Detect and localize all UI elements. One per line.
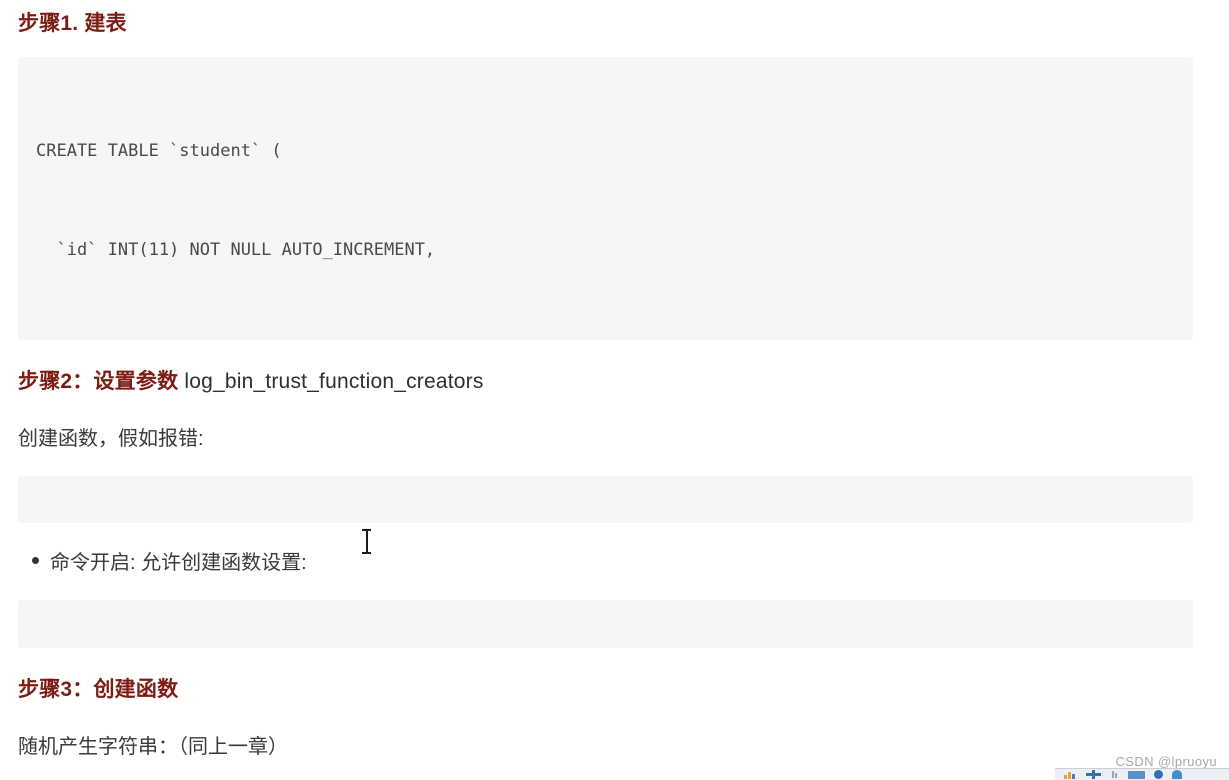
- step2-heading: 步骤2：设置参数 log_bin_trust_function_creators: [18, 365, 484, 395]
- taskbar-fragment[interactable]: [1055, 768, 1229, 780]
- window-rect-icon[interactable]: [1128, 770, 1145, 779]
- set-global-code-block: set global log_bin_trust_function_creato…: [18, 600, 1193, 648]
- step2-heading-param: log_bin_trust_function_creators: [184, 370, 484, 393]
- text-cursor-icon: [362, 529, 371, 554]
- step3-paragraph: 随机产生字符串：（同上一章）: [18, 736, 288, 758]
- create-table-code-block: CREATE TABLE `student` ( `id` INT(11) NO…: [18, 57, 1193, 340]
- error-message-code-block: This function has none of DETERMINISTIC.…: [18, 476, 1193, 523]
- step3-heading: 步骤3：创建函数: [18, 673, 178, 703]
- document-page: 步骤1. 建表 CREATE TABLE `student` ( `id` IN…: [0, 0, 1229, 780]
- ibeam-stem: [366, 531, 368, 552]
- step1-heading: 步骤1. 建表: [18, 7, 127, 37]
- ibeam-cap-bottom: [362, 552, 371, 554]
- bullet-dot-icon: [32, 557, 39, 564]
- csdn-watermark: CSDN @lpruoyu: [1115, 754, 1217, 769]
- step2-paragraph: 创建函数，假如报错:: [18, 428, 204, 450]
- arc-icon[interactable]: [1172, 770, 1182, 779]
- list-item-label: 命令开启: 允许创建函数设置:: [50, 552, 307, 574]
- list-item: 命令开启: 允许创建函数设置:: [18, 546, 307, 575]
- step1-heading-text: 步骤1. 建表: [18, 12, 127, 35]
- step3-heading-text: 步骤3：创建函数: [18, 678, 179, 701]
- step2-heading-bold: 步骤2：设置参数: [18, 370, 185, 393]
- small-bars-icon[interactable]: [1110, 770, 1119, 779]
- code-line: `stuno` INT NOT NULL ,: [36, 333, 1175, 340]
- code-line: `id` INT(11) NOT NULL AUTO_INCREMENT,: [36, 240, 436, 260]
- plus-cross-icon[interactable]: [1086, 770, 1101, 779]
- code-line: CREATE TABLE `student` (: [36, 141, 282, 161]
- chart-bars-icon[interactable]: [1064, 770, 1077, 779]
- circle-icon[interactable]: [1154, 770, 1163, 779]
